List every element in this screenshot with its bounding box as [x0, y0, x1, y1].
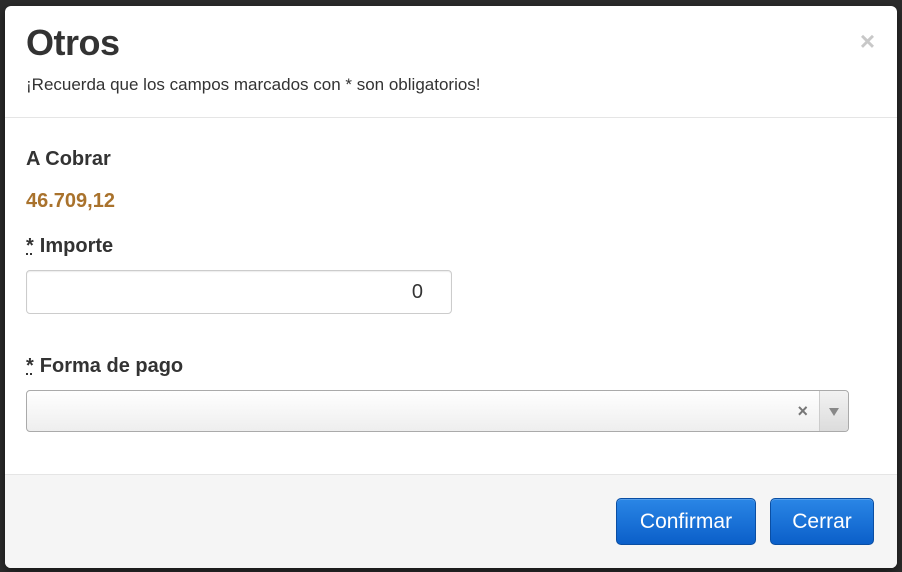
forma-de-pago-label-text: Forma de pago: [39, 355, 184, 377]
required-marker: *: [26, 235, 34, 257]
close-button[interactable]: Cerrar: [770, 498, 874, 545]
confirm-button[interactable]: Confirmar: [616, 498, 756, 545]
dropdown-toggle[interactable]: [819, 391, 848, 431]
modal-body: A Cobrar 46.709,12 *Importe *Forma de pa…: [5, 118, 897, 475]
importe-label: * Importe: [26, 235, 113, 258]
importe-input[interactable]: [26, 270, 452, 314]
modal-footer: Confirmar Cerrar: [5, 475, 897, 568]
forma-de-pago-select[interactable]: ×: [26, 390, 849, 432]
chevron-down-icon: [829, 408, 839, 416]
modal-subtitle: ¡Recuerda que los campos marcados con * …: [26, 75, 481, 94]
required-marker: *: [26, 355, 34, 377]
clear-icon[interactable]: ×: [797, 401, 808, 422]
modal-title: Otros: [26, 22, 120, 63]
otros-modal: Otros ¡Recuerda que los campos marcados …: [5, 6, 897, 568]
a-cobrar-label: A Cobrar: [26, 148, 111, 170]
forma-de-pago-label: * Forma de pago: [26, 355, 183, 378]
a-cobrar-value: 46.709,12: [26, 190, 115, 212]
importe-label-text: Importe: [39, 235, 114, 257]
close-icon[interactable]: ×: [860, 28, 875, 54]
modal-header: Otros ¡Recuerda que los campos marcados …: [5, 6, 897, 118]
